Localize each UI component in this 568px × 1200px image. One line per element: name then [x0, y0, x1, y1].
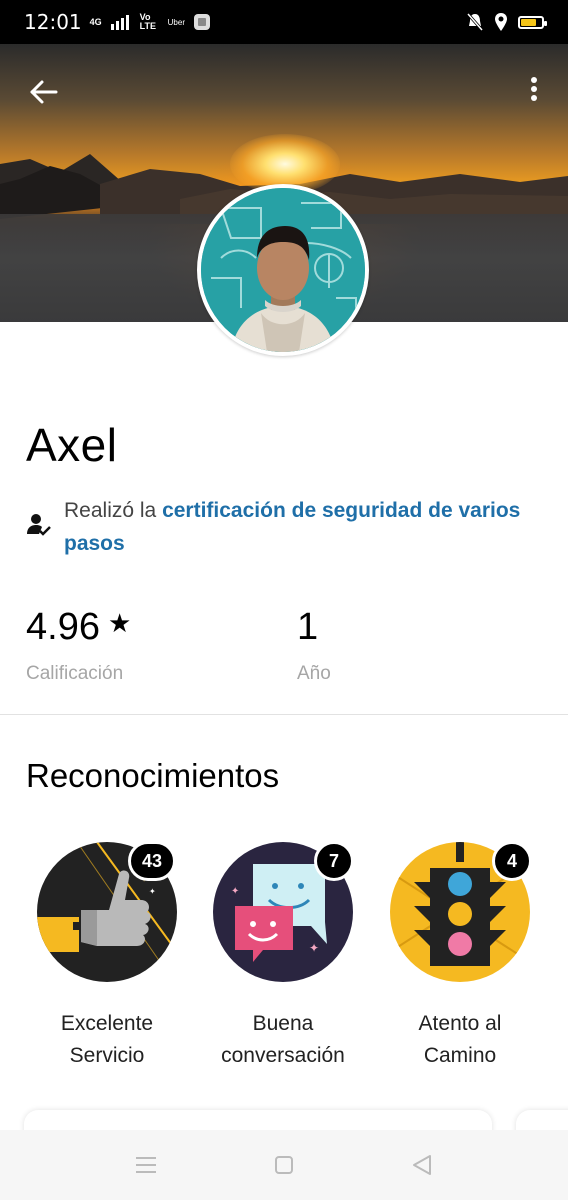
svg-text:✦: ✦	[149, 887, 156, 896]
rating-label: Calificación	[26, 663, 124, 684]
badge-label: Atento al Camino	[418, 1012, 502, 1067]
more-options-icon[interactable]	[522, 74, 546, 110]
years-label: Año	[297, 663, 331, 684]
verified-person-icon	[27, 514, 51, 536]
location-icon	[495, 13, 507, 31]
svg-text:✦: ✦	[231, 886, 239, 897]
volte-label: Vo LTE	[139, 12, 156, 31]
menu-icon[interactable]	[131, 1150, 161, 1180]
svg-text:✦: ✦	[309, 941, 319, 955]
badge-road-attentive[interactable]: 4 Atento al Camino	[371, 841, 549, 1072]
driver-name: Axel	[26, 419, 118, 471]
star-icon: ★	[107, 608, 132, 638]
sim-app-icon	[194, 14, 210, 30]
recognitions-title: Reconocimientos	[26, 757, 280, 794]
badge-label: Buena conversación	[221, 1012, 345, 1067]
badge-count: 43	[128, 841, 176, 881]
badge-count: 4	[492, 841, 532, 881]
uber-label: Uber	[167, 17, 185, 27]
certification-prefix: Realizó la	[64, 499, 163, 522]
badge-good-conversation[interactable]: ✦ ✦ 7 Buena conversación	[194, 841, 372, 1072]
divider	[0, 714, 568, 715]
home-square-icon[interactable]	[269, 1150, 299, 1180]
status-time: 12:01	[24, 10, 82, 34]
system-nav-bar	[0, 1130, 568, 1200]
badge-label: Excelente Servicio	[60, 1012, 154, 1067]
battery-icon	[518, 15, 547, 29]
signal-icon	[110, 15, 129, 30]
rating-stat: 4.96 ★ Calificación	[26, 606, 131, 685]
rating-value: 4.96	[26, 606, 100, 648]
years-stat: 1 Año	[297, 606, 331, 685]
certification-row: Realizó la certificación de seguridad de…	[26, 494, 546, 560]
badge-excellent-service[interactable]: ✦ ✦ 43 Excelente Servicio	[18, 841, 196, 1072]
back-arrow-icon[interactable]	[26, 74, 62, 110]
bell-off-icon	[466, 13, 484, 31]
network-type: 4G	[89, 16, 102, 27]
years-value: 1	[297, 606, 319, 648]
badge-count: 7	[314, 841, 354, 881]
avatar	[197, 184, 369, 356]
status-bar: 12:01 4G Vo LTE Uber	[0, 0, 568, 44]
back-triangle-icon[interactable]	[407, 1150, 437, 1180]
